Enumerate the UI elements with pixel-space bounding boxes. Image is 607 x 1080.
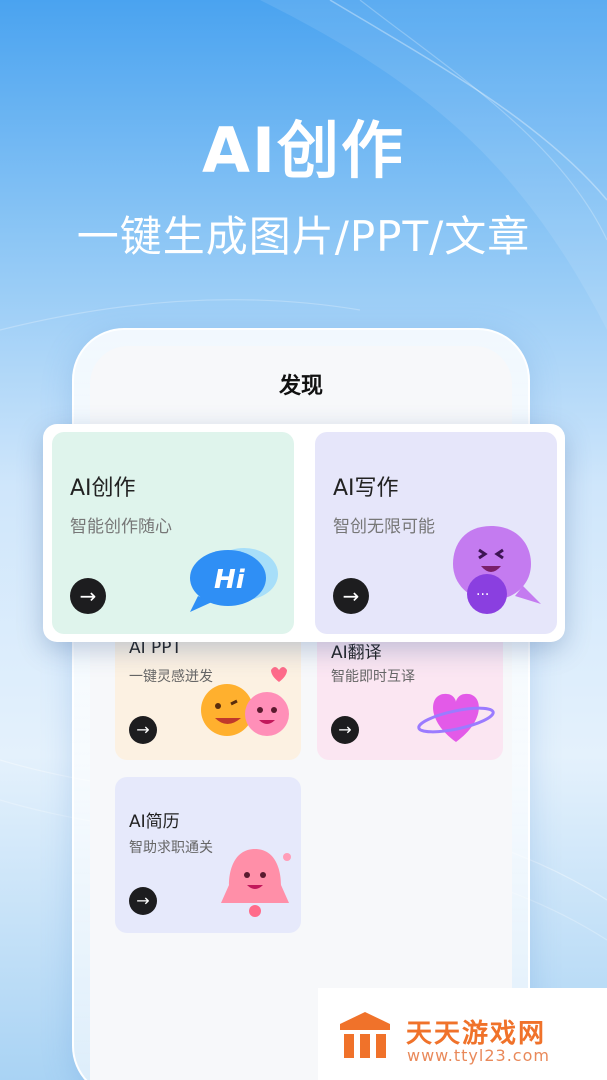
card-title: AI创作 bbox=[70, 476, 136, 501]
hi-chat-bubble-icon: Hi bbox=[190, 548, 278, 612]
card-ai-create[interactable]: AI创作 智能创作随心 → Hi bbox=[52, 432, 294, 634]
card-title: AI简历 bbox=[129, 812, 180, 832]
card-ai-resume[interactable]: AI简历 智助求职通关 → bbox=[115, 777, 301, 933]
chat-mascot-icon: ··· bbox=[453, 526, 541, 614]
emoji-faces-icon bbox=[201, 667, 289, 736]
chat-dots-text: ··· bbox=[476, 587, 489, 603]
card-subtitle: 智创无限可能 bbox=[333, 517, 435, 537]
hero-subtitle: 一键生成图片/PPT/文章 bbox=[76, 212, 531, 261]
arrow-right-icon[interactable]: → bbox=[331, 716, 359, 744]
card-subtitle: 智助求职通关 bbox=[129, 840, 213, 856]
arrow-right-icon[interactable]: → bbox=[129, 716, 157, 744]
bell-mascot-icon bbox=[221, 849, 291, 917]
card-subtitle: 智能创作随心 bbox=[70, 517, 172, 537]
heart-planet-icon bbox=[417, 693, 495, 742]
page-title: 发现 bbox=[278, 374, 323, 399]
card-ai-write[interactable]: AI写作 智创无限可能 → ··· bbox=[315, 432, 557, 634]
arrow-right-icon[interactable]: → bbox=[129, 887, 157, 915]
watermark-url: www.ttyl23.com bbox=[407, 1046, 550, 1065]
card-title: AI写作 bbox=[333, 476, 399, 501]
arrow-right-icon[interactable]: → bbox=[333, 578, 369, 614]
watermark-logo-icon bbox=[340, 1012, 390, 1058]
hero-title: AI创作 bbox=[201, 114, 406, 187]
watermark-title: 天天游戏网 bbox=[406, 1019, 547, 1049]
hi-badge-text: Hi bbox=[214, 565, 246, 595]
card-subtitle: 智能即时互译 bbox=[331, 669, 415, 685]
arrow-right-icon[interactable]: → bbox=[70, 578, 106, 614]
